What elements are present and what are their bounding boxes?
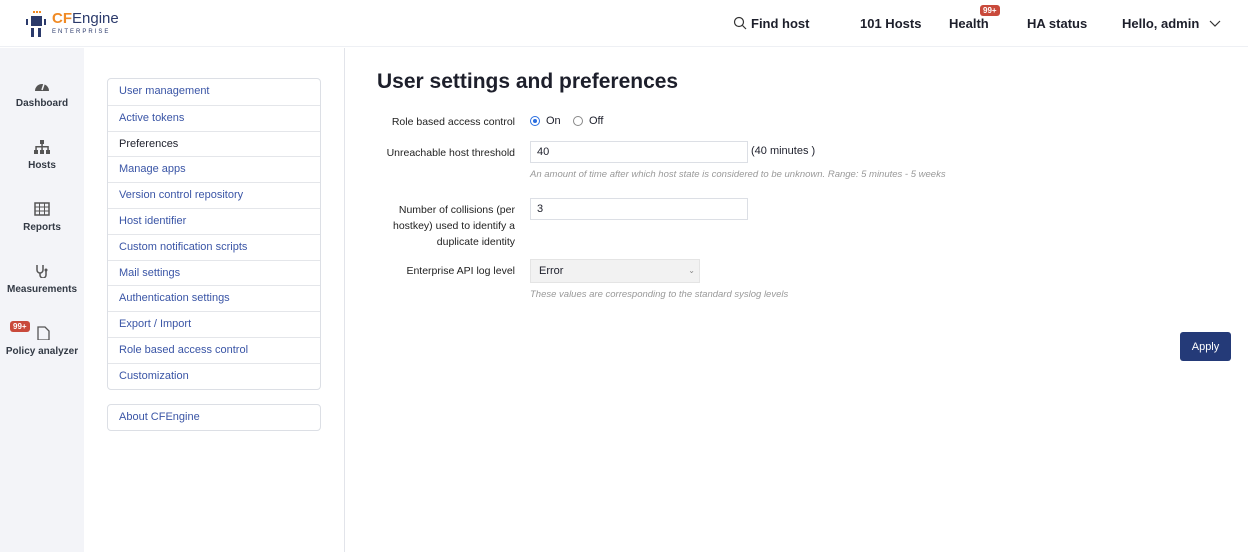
settings-menu: User management Active tokens Preferences M… [107, 78, 321, 390]
cfengine-logo-icon [26, 11, 46, 37]
nav-label: Reports [23, 222, 61, 233]
gauge-icon [35, 83, 49, 91]
ha-status-link[interactable]: HA status [1027, 16, 1087, 31]
top-header: CFEngine ENTERPRISE Find host 101 Hosts … [0, 0, 1248, 47]
menu-item-user-management[interactable]: User management [108, 79, 320, 105]
threshold-help: An amount of time after which host state… [530, 169, 946, 180]
policy-analyzer-badge: 99+ [10, 321, 30, 332]
menu-item-host-identifier[interactable]: Host identifier [108, 207, 320, 234]
radio-label: On [546, 115, 561, 127]
menu-item-custom-notification-scripts[interactable]: Custom notification scripts [108, 233, 320, 260]
log-level-value: Error [539, 265, 564, 277]
find-host-label: Find host [751, 16, 810, 31]
nav-measurements[interactable]: Measurements [0, 264, 84, 295]
cfengine-logo[interactable]: CFEngine ENTERPRISE [26, 11, 119, 37]
table-icon [34, 202, 50, 216]
user-menu[interactable]: Hello, admin [1122, 16, 1221, 31]
threshold-input[interactable]: 40 [530, 141, 748, 163]
nav-label: Policy analyzer [5, 346, 79, 357]
nav-reports[interactable]: Reports [0, 202, 84, 233]
threshold-label: Unreachable host threshold [386, 147, 515, 159]
rbac-off-radio[interactable]: Off [573, 115, 603, 127]
nav-label: Dashboard [15, 98, 69, 109]
menu-item-mail-settings[interactable]: Mail settings [108, 259, 320, 286]
radio-unchecked-icon [573, 116, 583, 126]
nav-label: Measurements [6, 284, 78, 295]
hosts-link[interactable]: 101 Hosts [860, 16, 921, 31]
file-icon [37, 326, 50, 340]
chevron-down-icon [1209, 20, 1221, 27]
settings-menu-column: User management Active tokens Preferences M… [84, 48, 345, 552]
rbac-on-radio[interactable]: On [530, 115, 561, 127]
sitemap-icon [34, 140, 50, 154]
page-title: User settings and preferences [377, 70, 679, 93]
radio-checked-icon [530, 116, 540, 126]
threshold-suffix: (40 minutes ) [751, 145, 816, 157]
search-icon [733, 16, 747, 30]
logo-subtitle: ENTERPRISE [52, 29, 111, 35]
menu-item-about-cfengine[interactable]: About CFEngine [107, 404, 321, 431]
log-level-help: These values are corresponding to the st… [530, 289, 789, 300]
select-caret-icon: ⌄ [688, 266, 695, 275]
nav-hosts[interactable]: Hosts [0, 140, 84, 171]
logo-name: CFEngine [52, 10, 119, 27]
nav-dashboard[interactable]: Dashboard [0, 78, 84, 109]
menu-item-manage-apps[interactable]: Manage apps [108, 156, 320, 182]
menu-item-authentication-settings[interactable]: Authentication settings [108, 285, 320, 311]
health-badge: 99+ [980, 5, 1000, 16]
log-level-select[interactable]: Error ⌄ [530, 259, 700, 283]
menu-item-role-based-access-control[interactable]: Role based access control [108, 336, 320, 363]
apply-button[interactable]: Apply [1180, 332, 1231, 361]
log-level-label: Enterprise API log level [406, 265, 515, 277]
menu-item-export-import[interactable]: Export / Import [108, 311, 320, 337]
health-link[interactable]: Health [949, 16, 989, 31]
menu-item-version-control-repository[interactable]: Version control repository [108, 182, 320, 208]
collisions-label: Number of collisions (per hostkey) used … [393, 204, 515, 248]
user-greeting: Hello, admin [1122, 16, 1200, 31]
radio-label: Off [589, 115, 604, 127]
menu-item-active-tokens[interactable]: Active tokens [108, 104, 320, 131]
rbac-label: Role based access control [391, 116, 515, 128]
menu-item-customization[interactable]: Customization [108, 362, 320, 389]
health-label: Health [949, 16, 989, 31]
find-host-button[interactable]: Find host [733, 16, 810, 31]
left-nav: Dashboard Hosts Reports Measurements Pol… [0, 48, 84, 552]
collisions-input[interactable]: 3 [530, 198, 748, 220]
menu-item-preferences[interactable]: Preferences [108, 130, 320, 157]
stethoscope-icon [36, 265, 48, 278]
nav-label: Hosts [28, 160, 56, 171]
